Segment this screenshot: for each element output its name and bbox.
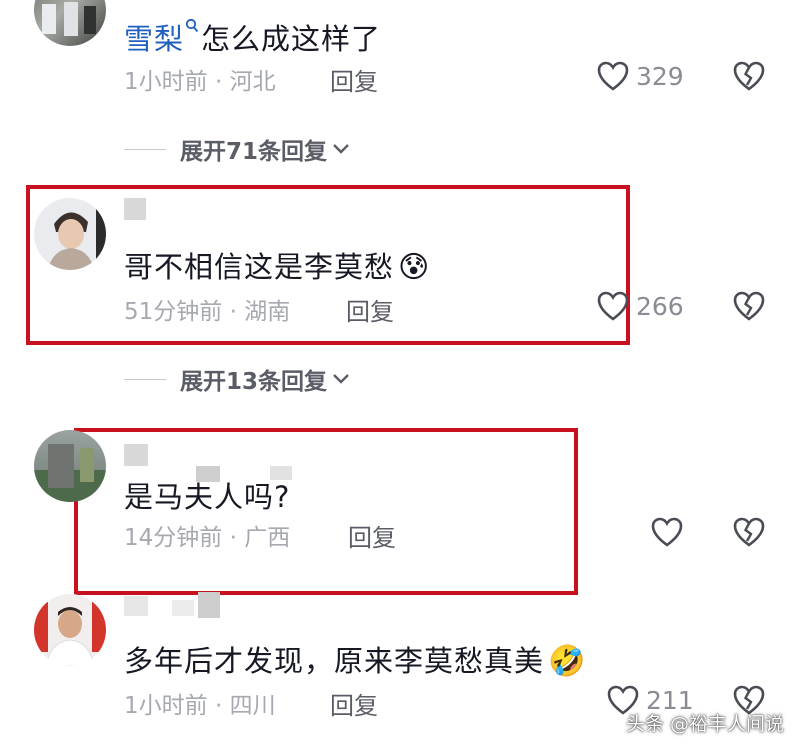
like-count: 266 xyxy=(636,291,684,321)
comment-meta: 51分钟前 · 湖南 xyxy=(124,292,290,326)
comment-location: 广西 xyxy=(244,525,291,551)
avatar[interactable] xyxy=(34,0,106,46)
comment-text-line: 雪梨 怎么成这样了 xyxy=(124,16,381,58)
blurred-username xyxy=(124,596,148,616)
broken-heart-icon[interactable] xyxy=(732,516,766,548)
reply-button[interactable]: 回复 xyxy=(330,686,378,721)
comment-time: 14分钟前 xyxy=(124,525,223,551)
reply-button[interactable]: 回复 xyxy=(348,518,396,553)
blurred-text xyxy=(196,466,220,482)
comment-meta: 14分钟前 · 广西 xyxy=(124,518,290,552)
expand-replies-button[interactable]: 展开71条回复 xyxy=(124,132,351,166)
avatar[interactable] xyxy=(34,198,106,270)
comment-location: 湖南 xyxy=(244,299,291,325)
watermark: 头条 @裕丰人间说 xyxy=(625,713,784,735)
comment-time: 1小时前 xyxy=(124,69,208,95)
meta-separator: · xyxy=(222,299,245,325)
blurred-username xyxy=(172,600,194,616)
comment-location: 四川 xyxy=(229,693,276,719)
reply-button[interactable]: 回复 xyxy=(346,292,394,327)
blurred-username xyxy=(124,198,146,220)
heart-outline-icon xyxy=(596,60,630,92)
blurred-username xyxy=(198,592,220,618)
heart-outline-icon xyxy=(596,290,630,322)
avatar[interactable] xyxy=(34,430,106,502)
comment-time: 1小时前 xyxy=(124,693,208,719)
comment-meta: 1小时前 · 河北 xyxy=(124,62,276,96)
mention-username[interactable]: 雪梨 xyxy=(124,22,184,56)
expand-replies-label: 展开13条回复 xyxy=(180,369,328,395)
like-button[interactable]: 329 xyxy=(596,60,684,92)
comment-text: 哥不相信这是李莫愁 xyxy=(124,250,395,284)
broken-heart-icon[interactable] xyxy=(732,60,766,92)
comment-text: 多年后才发现，原来李莫愁真美 xyxy=(124,644,545,678)
chevron-down-icon xyxy=(331,372,351,386)
meta-separator: · xyxy=(207,69,230,95)
like-button[interactable]: 266 xyxy=(596,290,684,322)
emoji: 😰 xyxy=(398,250,431,285)
meta-separator: · xyxy=(222,525,245,551)
like-button[interactable] xyxy=(650,516,684,548)
meta-separator: · xyxy=(207,693,230,719)
reply-button[interactable]: 回复 xyxy=(330,62,378,97)
divider-line xyxy=(124,148,166,150)
broken-heart-icon[interactable] xyxy=(732,290,766,322)
like-count: 329 xyxy=(636,61,684,91)
comment-location: 河北 xyxy=(229,69,276,95)
expand-replies-button[interactable]: 展开13条回复 xyxy=(124,362,351,396)
emoji: 🤣 xyxy=(548,644,587,679)
blurred-username xyxy=(124,444,148,466)
divider-line xyxy=(124,378,166,380)
expand-replies-label: 展开71条回复 xyxy=(180,139,328,165)
heart-outline-icon xyxy=(650,516,684,548)
comment-text-line: 哥不相信这是李莫愁 😰 xyxy=(124,244,430,286)
comment-time: 51分钟前 xyxy=(124,299,223,325)
blurred-text xyxy=(270,466,292,480)
avatar[interactable] xyxy=(34,594,106,666)
comment-meta: 1小时前 · 四川 xyxy=(124,686,276,720)
comment-item: 雪梨 怎么成这样了 1小时前 · 河北 回复 329 xyxy=(0,0,800,110)
chevron-down-icon xyxy=(331,142,351,156)
comment-text-line: 多年后才发现，原来李莫愁真美 🤣 xyxy=(124,638,586,680)
search-icon[interactable] xyxy=(185,18,199,34)
comment-text: 怎么成这样了 xyxy=(201,22,382,56)
